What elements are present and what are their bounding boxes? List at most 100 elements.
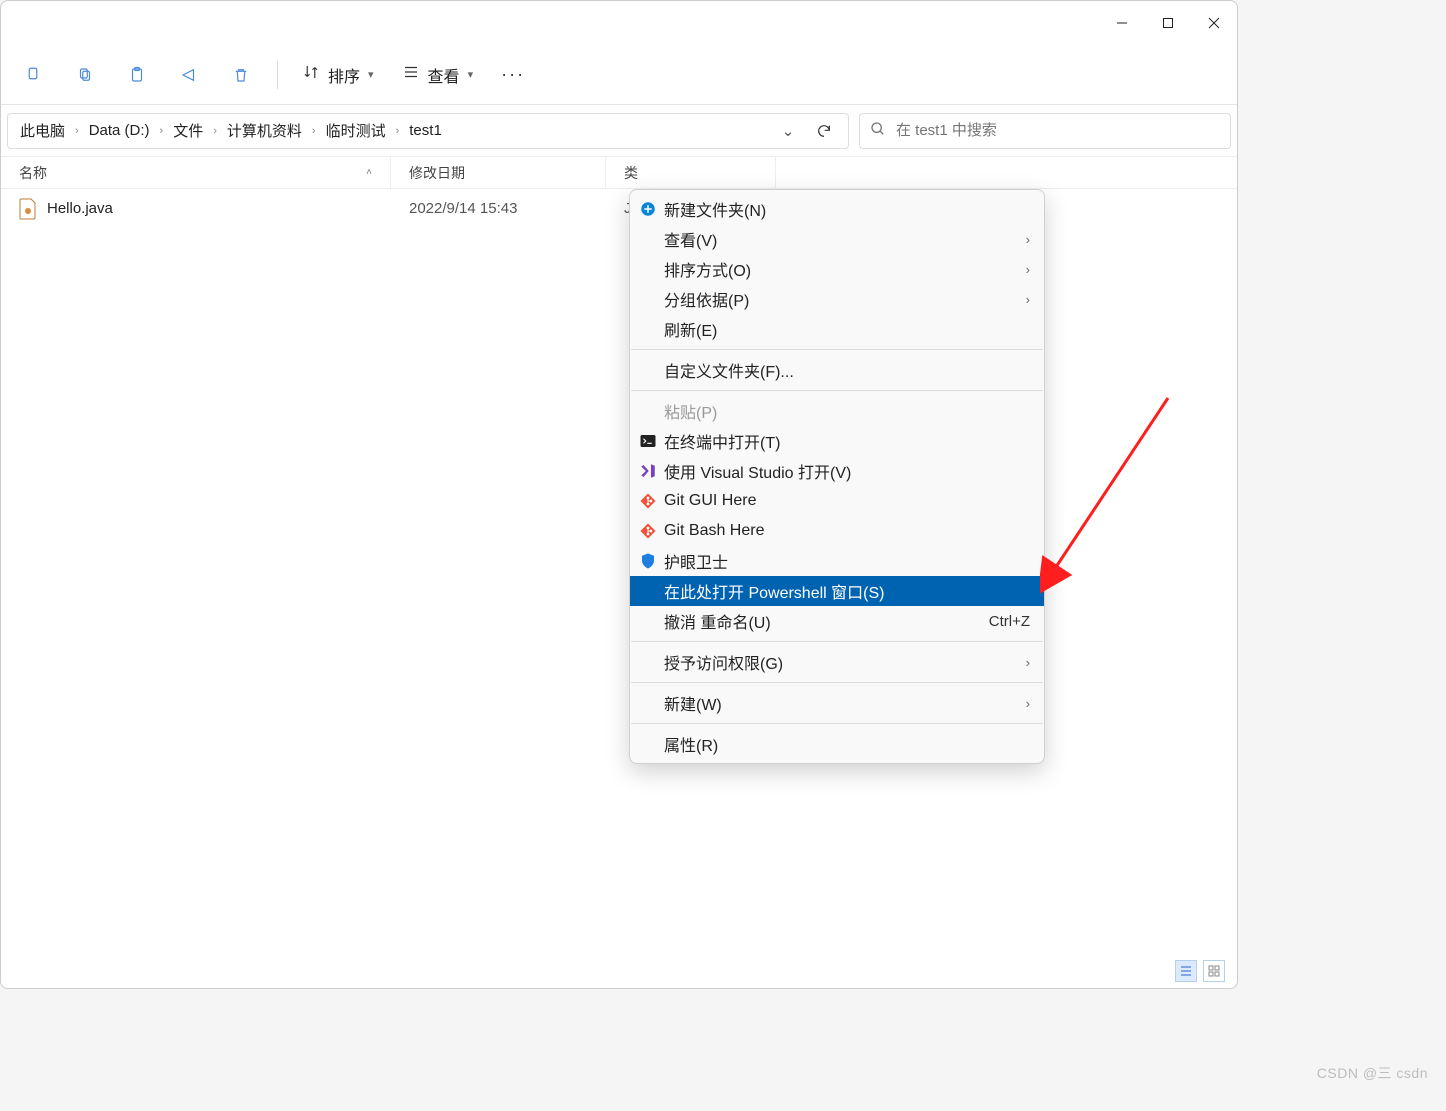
share-button[interactable] (165, 55, 213, 95)
file-name: Hello.java (47, 200, 113, 217)
menu-item[interactable]: 在终端中打开(T) (630, 426, 1044, 456)
menu-item-label: 护眼卫士 (664, 549, 728, 573)
chevron-right-icon: › (1026, 696, 1030, 711)
column-name[interactable]: 名称˄ (1, 157, 391, 188)
close-button[interactable] (1191, 1, 1237, 45)
details-view-icon[interactable] (1175, 960, 1197, 982)
shield-icon (638, 551, 658, 571)
search-icon (870, 121, 886, 141)
menu-item[interactable]: 护眼卫士 (630, 546, 1044, 576)
refresh-icon[interactable] (808, 115, 840, 147)
menu-item-label: 新建文件夹(N) (664, 197, 766, 221)
thumbnails-view-icon[interactable] (1203, 960, 1225, 982)
menu-item-label: 使用 Visual Studio 打开(V) (664, 459, 851, 483)
toolbar: 排序 ▾ 查看 ▾ ··· (1, 45, 1237, 105)
menu-shortcut: Ctrl+Z (989, 613, 1030, 630)
delete-button[interactable] (217, 55, 265, 95)
chevron-right-icon: › (1026, 655, 1030, 670)
git-icon (638, 491, 658, 511)
menu-item[interactable]: 撤消 重命名(U) Ctrl+Z (630, 606, 1044, 636)
breadcrumb-item[interactable]: 临时测试 (322, 118, 390, 143)
menu-item-label: 属性(R) (664, 732, 718, 756)
watermark: CSDN @三 csdn (1317, 1063, 1428, 1083)
menu-item-label: Git GUI Here (664, 492, 756, 510)
column-headers: 名称˄ 修改日期 类 (1, 157, 1237, 189)
menu-item-label: 自定义文件夹(F)... (664, 358, 794, 382)
titlebar (1, 1, 1237, 45)
chevron-right-icon: › (158, 125, 166, 137)
menu-separator (631, 723, 1043, 724)
table-row[interactable]: Hello.java 2022/9/14 15:43 Ja (1, 189, 1237, 227)
view-button[interactable]: 查看 ▾ (390, 55, 486, 95)
menu-item[interactable]: 查看(V) › (630, 224, 1044, 254)
column-type[interactable]: 类 (606, 157, 776, 188)
breadcrumb-item[interactable]: Data (D:) (85, 120, 154, 141)
maximize-button[interactable] (1145, 1, 1191, 45)
breadcrumb-item[interactable]: test1 (405, 120, 446, 141)
menu-item-label: 新建(W) (664, 691, 722, 715)
sort-button[interactable]: 排序 ▾ (290, 55, 386, 95)
more-button[interactable]: ··· (489, 55, 537, 95)
menu-item[interactable]: 授予访问权限(G) › (630, 647, 1044, 677)
menu-item[interactable]: 新建文件夹(N) (630, 194, 1044, 224)
menu-item-label: 分组依据(P) (664, 287, 749, 311)
git-icon (638, 521, 658, 541)
chevron-right-icon: › (1026, 262, 1030, 277)
chevron-down-icon: ▾ (368, 68, 374, 81)
menu-item-label: Git Bash Here (664, 522, 764, 540)
menu-item[interactable]: 排序方式(O) › (630, 254, 1044, 284)
view-icon (402, 63, 420, 86)
menu-item[interactable]: Git GUI Here (630, 486, 1044, 516)
breadcrumb-item[interactable]: 此电脑 (16, 118, 69, 143)
cut-button[interactable] (9, 55, 57, 95)
vs-icon (638, 461, 658, 481)
file-explorer-window: 排序 ▾ 查看 ▾ ··· 此电脑› Data (D:)› 文件› 计算机资料›… (0, 0, 1238, 989)
sort-label: 排序 (328, 63, 360, 87)
menu-item[interactable]: 刷新(E) (630, 314, 1044, 344)
chevron-right-icon: › (211, 125, 219, 137)
menu-item[interactable]: Git Bash Here (630, 516, 1044, 546)
search-input[interactable] (896, 122, 1220, 139)
copy-button[interactable] (61, 55, 109, 95)
separator (277, 61, 278, 89)
breadcrumb-item[interactable]: 计算机资料 (223, 118, 306, 143)
menu-item-label: 在终端中打开(T) (664, 429, 780, 453)
navigation-row: 此电脑› Data (D:)› 文件› 计算机资料› 临时测试› test1 ⌄ (1, 105, 1237, 157)
menu-item[interactable]: 自定义文件夹(F)... (630, 355, 1044, 385)
search-box[interactable] (859, 113, 1231, 149)
chevron-down-icon: ▾ (468, 68, 474, 81)
new-folder-icon (638, 199, 658, 219)
minimize-button[interactable] (1099, 1, 1145, 45)
terminal-icon (638, 431, 658, 451)
chevron-right-icon: › (310, 125, 318, 137)
menu-item-label: 粘贴(P) (664, 399, 717, 423)
breadcrumb[interactable]: 此电脑› Data (D:)› 文件› 计算机资料› 临时测试› test1 ⌄ (7, 113, 849, 149)
menu-item-label: 查看(V) (664, 227, 717, 251)
menu-separator (631, 641, 1043, 642)
menu-item[interactable]: 使用 Visual Studio 打开(V) (630, 456, 1044, 486)
menu-item-label: 排序方式(O) (664, 257, 751, 281)
chevron-down-icon[interactable]: ⌄ (772, 115, 804, 147)
menu-separator (631, 390, 1043, 391)
paste-button[interactable] (113, 55, 161, 95)
menu-item-label: 授予访问权限(G) (664, 650, 783, 674)
view-label: 查看 (428, 63, 460, 87)
menu-item[interactable]: 分组依据(P)› (630, 284, 1044, 314)
java-file-icon (19, 198, 37, 218)
menu-item[interactable]: 新建(W) › (630, 688, 1044, 718)
menu-item-label: 撤消 重命名(U) (664, 609, 771, 633)
menu-separator (631, 682, 1043, 683)
column-date[interactable]: 修改日期 (391, 157, 606, 188)
file-date: 2022/9/14 15:43 (409, 200, 517, 217)
breadcrumb-item[interactable]: 文件 (169, 118, 207, 143)
menu-item-label: 刷新(E) (664, 317, 717, 341)
sort-indicator-icon: ˄ (366, 167, 372, 178)
chevron-right-icon: › (73, 125, 81, 137)
menu-separator (631, 349, 1043, 350)
menu-item[interactable]: 在此处打开 Powershell 窗口(S) (630, 576, 1044, 606)
menu-item[interactable]: 属性(R) (630, 729, 1044, 759)
context-menu: 新建文件夹(N)查看(V)›排序方式(O)›分组依据(P)›刷新(E)自定义文件… (629, 189, 1045, 764)
menu-item: 粘贴(P) (630, 396, 1044, 426)
menu-item-label: 在此处打开 Powershell 窗口(S) (664, 579, 884, 603)
chevron-right-icon: › (1026, 232, 1030, 247)
